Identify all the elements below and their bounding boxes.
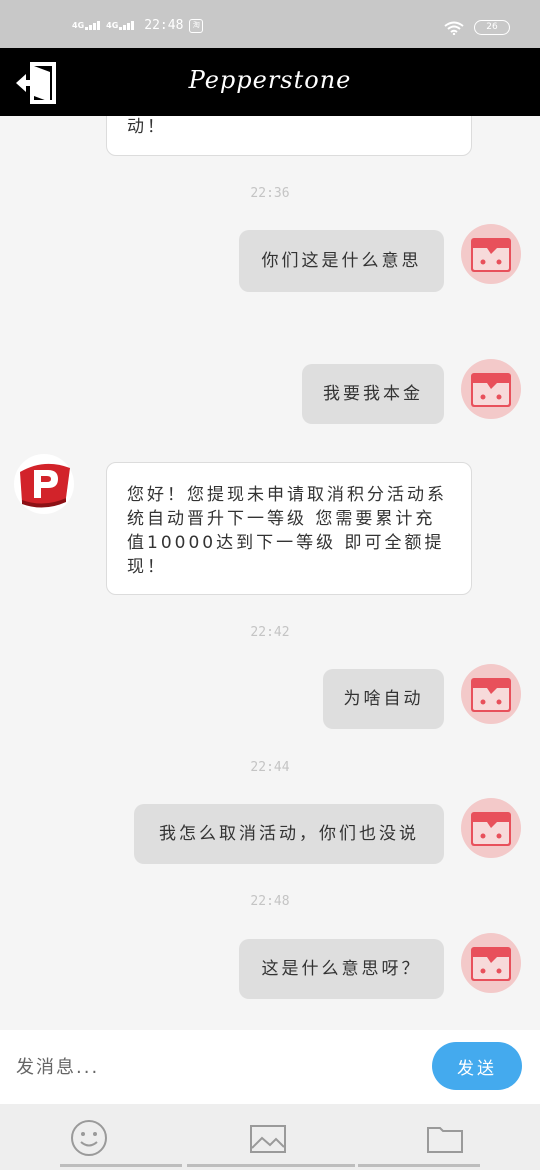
user-avatar-icon — [461, 933, 521, 993]
user-avatar[interactable] — [461, 224, 521, 284]
message-text: 动！ — [127, 117, 167, 137]
send-button[interactable]: 发送 — [432, 1042, 522, 1090]
user-message-bubble: 我怎么取消活动，你们也没说 — [134, 804, 444, 864]
user-message-bubble: 我要我本金 — [302, 364, 444, 424]
app-title: Pepperstone — [188, 66, 352, 94]
folder-button[interactable] — [425, 1118, 465, 1158]
user-avatar[interactable] — [461, 798, 521, 858]
agent-message-bubble: 动！ — [106, 116, 472, 156]
pepperstone-logo-icon — [14, 454, 74, 514]
user-message-bubble: 为啥自动 — [323, 669, 444, 729]
folder-icon — [427, 1127, 463, 1153]
timestamp: 22:36 — [250, 186, 290, 201]
user-avatar-icon — [461, 359, 521, 419]
user-avatar-icon — [461, 224, 521, 284]
notification-icon: 淘 — [189, 18, 204, 33]
emoji-button[interactable] — [69, 1118, 109, 1158]
tab-indicator — [60, 1164, 182, 1167]
message-text: 你们这是什么意思 — [261, 251, 422, 271]
user-avatar[interactable] — [461, 359, 521, 419]
user-avatar-icon — [461, 798, 521, 858]
status-bar: 4G 4G 22:48 淘 26 — [0, 0, 540, 48]
agent-message-bubble: 您好！您提现未申请取消积分活动系统自动晋升下一等级 您需要累计充值10000达到… — [106, 462, 472, 595]
user-avatar[interactable] — [461, 933, 521, 993]
status-time: 22:48 — [144, 18, 184, 33]
message-text: 这是什么意思呀？ — [261, 959, 422, 979]
user-avatar[interactable] — [461, 664, 521, 724]
user-message-bubble: 这是什么意思呀？ — [239, 939, 444, 999]
message-input[interactable] — [16, 1050, 406, 1084]
timestamp: 22:44 — [250, 760, 290, 775]
attachment-toolbar — [0, 1104, 540, 1170]
chat-list[interactable]: 动！ 22:36 你们这是什么意思 我要我本金 您好！您提现未申请取消积分活动系… — [0, 116, 540, 1030]
user-avatar-icon — [461, 664, 521, 724]
network-indicator-2: 4G — [106, 21, 135, 30]
message-text: 您好！您提现未申请取消积分活动系统自动晋升下一等级 您需要累计充值10000达到… — [127, 485, 447, 577]
network-indicator-1: 4G — [72, 21, 101, 30]
app-header: Pepperstone — [0, 48, 540, 116]
compose-bar: 发送 — [0, 1030, 540, 1104]
battery-icon: 26 — [474, 20, 510, 35]
user-message-bubble: 你们这是什么意思 — [239, 230, 444, 292]
image-button[interactable] — [248, 1118, 288, 1158]
timestamp: 22:48 — [250, 894, 290, 909]
tab-indicator — [187, 1164, 355, 1167]
wifi-icon — [444, 21, 464, 35]
tab-indicator — [358, 1164, 480, 1167]
image-icon — [250, 1125, 286, 1153]
signal-icon — [85, 21, 101, 30]
agent-avatar[interactable] — [14, 454, 74, 514]
timestamp: 22:42 — [250, 625, 290, 640]
message-text: 为啥自动 — [343, 689, 424, 709]
message-text: 我要我本金 — [323, 384, 423, 404]
message-text: 我怎么取消活动，你们也没说 — [159, 824, 419, 844]
emoji-icon — [71, 1120, 107, 1156]
signal-icon — [119, 21, 135, 30]
